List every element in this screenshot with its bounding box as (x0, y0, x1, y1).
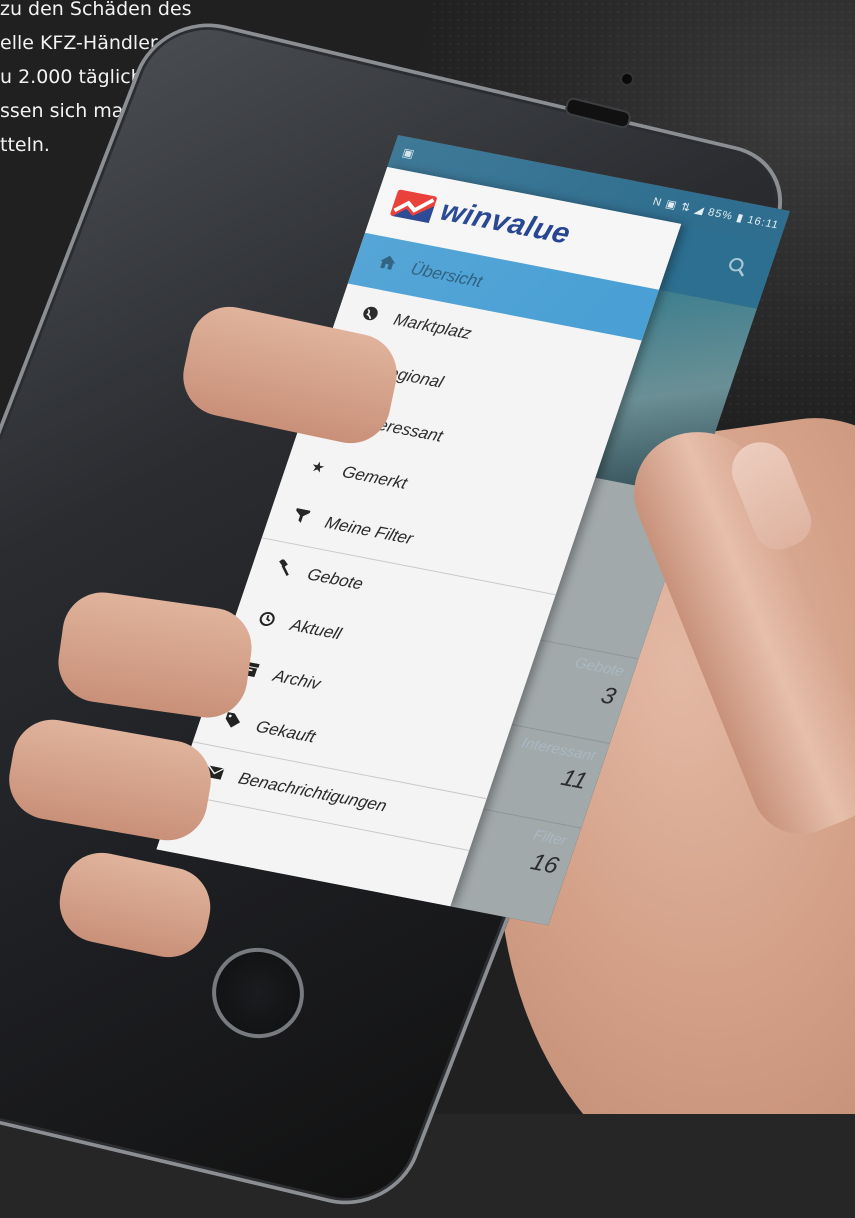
home-icon (371, 253, 402, 275)
globe-icon (354, 303, 386, 326)
menu-item-label: Aktuell (287, 615, 344, 644)
menu-item-label: Archiv (270, 666, 323, 694)
search-icon[interactable] (723, 256, 751, 284)
menu-item-label: Meine Filter (322, 513, 416, 548)
clock-icon (250, 609, 282, 632)
menu-item-label: Gemerkt (339, 462, 410, 493)
notification-icon: ▣ (400, 145, 417, 161)
menu-item-label: Marktplatz (391, 310, 475, 343)
logo-text: winvalue (436, 194, 575, 251)
filter-icon (285, 507, 316, 529)
star-icon: ★ (308, 458, 328, 477)
menu-item-label: Gebote (305, 564, 366, 594)
menu-item-label: Übersicht (408, 259, 485, 291)
menu-item-label: Benachrichtigungen (236, 768, 390, 816)
gavel-icon (267, 558, 299, 582)
menu-item-label: Gekauft (253, 717, 318, 747)
winvalue-logo-icon (390, 189, 437, 224)
front-camera (620, 72, 634, 86)
